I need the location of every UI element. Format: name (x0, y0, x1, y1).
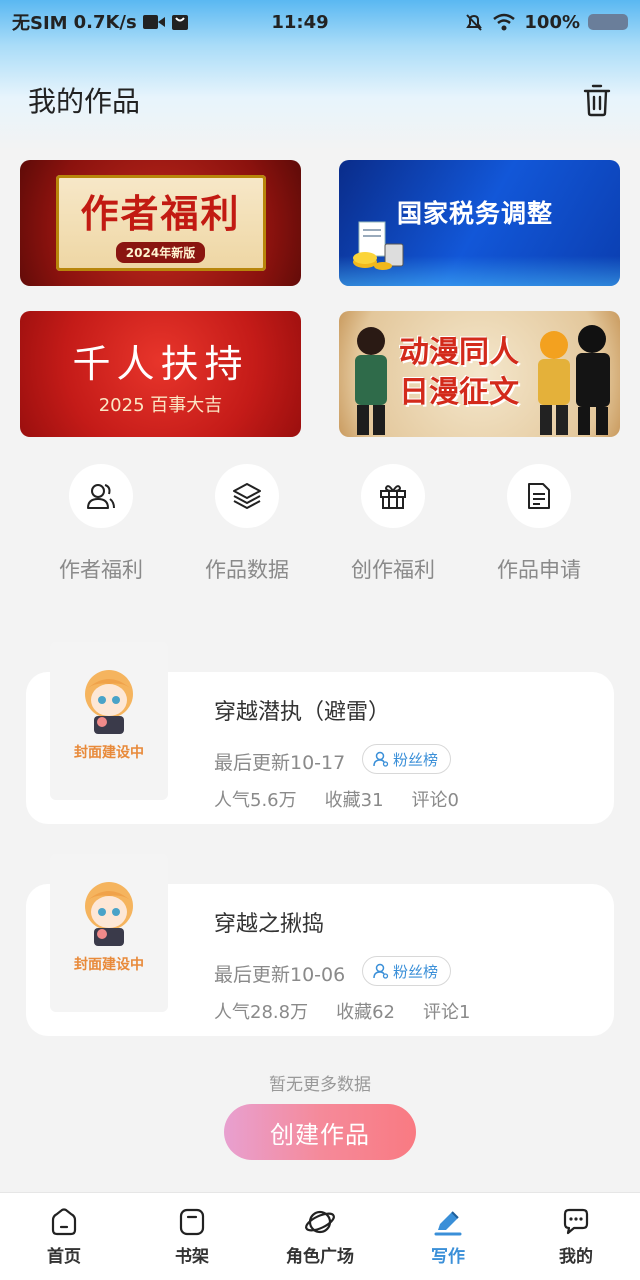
pen-icon (434, 1211, 462, 1236)
work-title: 穿越之揪捣 (214, 912, 325, 937)
fans-badge-label: 粉丝榜 (393, 962, 439, 981)
nav-label: 写作 (431, 1247, 465, 1267)
network-speed: 0.7K/s (73, 11, 137, 33)
comments: 评论0 (411, 790, 459, 811)
work-card[interactable]: 封面建设中 穿越之揪捣 最后更新10-06 粉丝榜 人气28.8万 收藏62 评… (26, 854, 614, 1036)
mascot-icon (85, 670, 133, 734)
nav-item-character-square[interactable]: 角色广场 (256, 1206, 384, 1267)
action-icon-circle (507, 464, 571, 528)
nav-item-mine[interactable]: 我的 (512, 1206, 640, 1267)
mascot-icon (85, 882, 133, 946)
nav-label: 书架 (175, 1247, 209, 1267)
battery-icon (588, 14, 628, 30)
bookshelf-icon (179, 1208, 205, 1236)
battery-percent: 100% (524, 11, 580, 33)
banner-title: 作者福利 (80, 192, 241, 236)
planet-icon (305, 1210, 335, 1234)
action-icon-circle (215, 464, 279, 528)
user-icon (373, 751, 389, 767)
favorites: 收藏31 (324, 790, 384, 811)
work-stats: 人气5.6万 收藏31 评论0 (214, 786, 459, 812)
action-icon-circle (69, 464, 133, 528)
carrier-text: 无SIM (12, 13, 68, 34)
video-icon (142, 15, 165, 29)
clock: 11:49 (271, 11, 329, 33)
work-updated: 最后更新10-06 (214, 964, 346, 986)
quick-actions: 作者福利 作品数据 创作福利 作品申请 (28, 464, 612, 584)
page-title: 我的作品 (28, 85, 141, 118)
document-icon (528, 483, 550, 509)
character-illustration (355, 327, 387, 435)
mute-bell-icon (466, 14, 483, 31)
nav-item-bookshelf[interactable]: 书架 (128, 1206, 256, 1267)
action-label: 作者福利 (59, 558, 143, 582)
action-creation-welfare[interactable]: 创作福利 (320, 464, 466, 584)
cover-placeholder-text: 封面建设中 (74, 957, 144, 973)
banner-anime-contest[interactable]: 动漫同人 日漫征文 (339, 311, 620, 437)
work-card[interactable]: 封面建设中 穿越潜执（避雷） 最后更新10-17 粉丝榜 人气5.6万 收藏31… (26, 642, 614, 824)
banner-title: 千人扶持 (72, 342, 249, 386)
no-more-data-text: 暂无更多数据 (269, 1075, 371, 1095)
favorites: 收藏62 (336, 1002, 395, 1023)
page-header: 我的作品 (0, 70, 640, 130)
comments: 评论1 (422, 1002, 471, 1023)
banner-tax-adjustment[interactable]: 国家税务调整 (339, 160, 620, 286)
work-stats: 人气28.8万 收藏62 评论1 (214, 998, 470, 1024)
chat-icon (563, 1208, 589, 1235)
banner-author-welfare[interactable]: 作者福利 2024年新版 (20, 160, 301, 286)
wifi-icon (493, 13, 516, 31)
bag-icon (171, 15, 188, 30)
trash-icon[interactable] (582, 83, 612, 117)
action-icon-circle (361, 464, 425, 528)
layers-icon (233, 483, 261, 509)
banner-tag: 2024年新版 (115, 242, 206, 263)
cover-placeholder-text: 封面建设中 (74, 745, 144, 761)
banner-title: 国家税务调整 (397, 199, 554, 228)
banner-scroll: 作者福利 2024年新版 (55, 175, 266, 271)
banner-thousand-support[interactable]: 千人扶持 2025 百事大吉 (20, 311, 301, 437)
action-label: 作品申请 (497, 558, 581, 582)
action-label: 作品数据 (205, 558, 289, 582)
fans-badge-label: 粉丝榜 (393, 750, 439, 769)
action-work-data[interactable]: 作品数据 (174, 464, 320, 584)
nav-label: 首页 (47, 1247, 81, 1267)
work-updated: 最后更新10-17 (214, 752, 346, 774)
work-title: 穿越潜执（避雷） (214, 700, 391, 725)
create-work-button[interactable]: 创建作品 (224, 1104, 416, 1160)
action-author-welfare[interactable]: 作者福利 (28, 464, 174, 584)
work-cover[interactable]: 封面建设中 (50, 642, 168, 800)
nav-item-writing[interactable]: 写作 (384, 1206, 512, 1267)
bottom-nav: 首页 书架 角色广场 写作 我的 (0, 1192, 640, 1280)
fans-ranking-badge[interactable]: 粉丝榜 (362, 744, 452, 774)
nav-item-home[interactable]: 首页 (0, 1206, 128, 1267)
users-icon (87, 484, 115, 509)
action-label: 创作福利 (351, 558, 435, 582)
fans-ranking-badge[interactable]: 粉丝榜 (362, 956, 452, 986)
action-work-application[interactable]: 作品申请 (466, 464, 612, 584)
character-illustration (538, 325, 610, 435)
banner-title: 动漫同人 日漫征文 (399, 335, 519, 410)
banner-subtitle: 2025 百事大吉 (98, 395, 223, 416)
popularity: 人气5.6万 (214, 790, 297, 811)
banner-grid: 作者福利 2024年新版 国家税务调整 千人扶持 2025 百事大吉 动漫同人 … (20, 160, 620, 437)
status-bar: 无SIM 0.7K/s 11:49 100% (0, 0, 640, 44)
work-cover[interactable]: 封面建设中 (50, 854, 168, 1012)
gift-icon (380, 485, 406, 509)
nav-label: 角色广场 (286, 1247, 354, 1267)
nav-label: 我的 (559, 1247, 593, 1267)
popularity: 人气28.8万 (214, 1002, 309, 1023)
user-icon (373, 963, 389, 979)
home-icon (51, 1208, 77, 1236)
